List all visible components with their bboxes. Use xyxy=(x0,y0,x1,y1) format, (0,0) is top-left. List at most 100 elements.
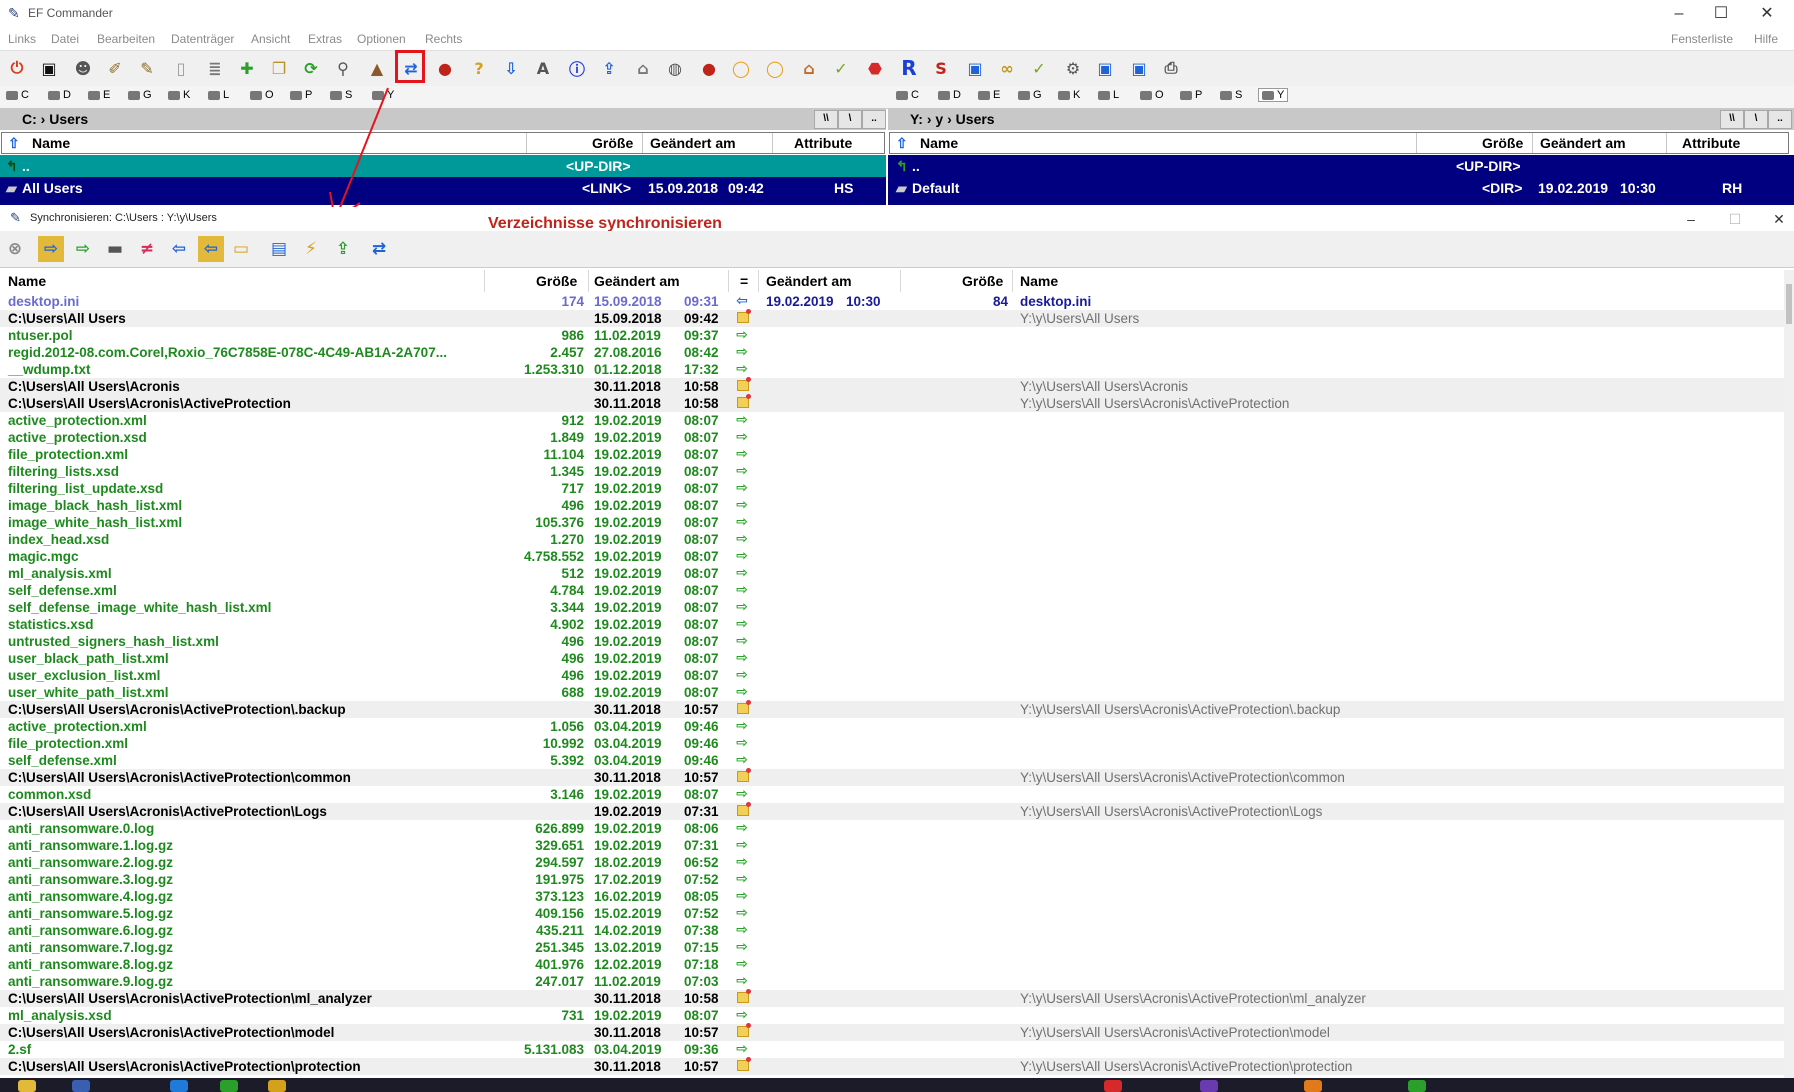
cherry-icon[interactable]: ● xyxy=(696,55,722,81)
copy-right-arrow-icon[interactable]: ⇨ xyxy=(734,327,750,344)
tool-icon[interactable]: ✓ xyxy=(828,55,854,81)
copy-right-arrow-icon[interactable]: ⇨ xyxy=(734,837,750,854)
drive-left-d[interactable]: D xyxy=(48,89,71,101)
sync-file-row[interactable]: self_defense.xml 5.392 03.04.2019 09:46 ⇨ xyxy=(0,752,1784,769)
sync-file-row[interactable]: image_white_hash_list.xml 105.376 19.02.20… xyxy=(0,514,1784,531)
sync-dir-row[interactable]: C:\Users\All Users\Acronis\ActiveProtect… xyxy=(0,394,1784,412)
sync-close-button[interactable]: ✕ xyxy=(1756,207,1794,231)
left-row-updir[interactable]: ↰ .. <UP-DIR> xyxy=(0,155,886,177)
info-icon[interactable]: ⓘ xyxy=(564,55,590,81)
folder-sync-icon[interactable] xyxy=(737,377,751,391)
left-window-icon[interactable]: ▣ xyxy=(1092,55,1118,81)
taskbar-app-icon[interactable] xyxy=(72,1080,90,1092)
left-root-button[interactable]: \\ xyxy=(814,110,838,129)
sync-col-r-size[interactable]: Größe xyxy=(962,273,1003,289)
copy-right-arrow-icon[interactable]: ⇨ xyxy=(734,361,750,378)
left-col-name[interactable]: Name xyxy=(32,135,70,151)
copy-right-arrow-icon[interactable]: ⇨ xyxy=(734,1007,750,1024)
drive-left-g[interactable]: G xyxy=(128,89,152,101)
copy-right-arrow-icon[interactable]: ⇨ xyxy=(734,599,750,616)
copy-right-arrow-icon[interactable]: ⇨ xyxy=(734,446,750,463)
drive-right-o[interactable]: O xyxy=(1140,89,1164,101)
copy-right-arrow-icon[interactable]: ⇨ xyxy=(734,718,750,735)
sync-file-row[interactable]: anti_ransomware.1.log.gz 329.651 19.02.201… xyxy=(0,837,1784,854)
refresh-icon[interactable]: ⟳ xyxy=(298,55,324,81)
copy-right-arrow-icon[interactable]: ⇨ xyxy=(734,939,750,956)
left-col-size[interactable]: Größe xyxy=(592,135,633,151)
drive-right-k[interactable]: K xyxy=(1058,89,1080,101)
zoom-in-icon[interactable]: ◯ xyxy=(728,55,754,81)
sync-file-row[interactable]: __wdump.txt 1.253.310 01.12.2018 17:32 ⇨ xyxy=(0,361,1784,378)
right-backslash-button[interactable]: \ xyxy=(1744,110,1768,129)
sync-file-row[interactable]: index_head.xsd 1.270 19.02.2019 08:07 ⇨ xyxy=(0,531,1784,548)
sync-file-row[interactable]: image_black_hash_list.xml 496 19.02.2019 08… xyxy=(0,497,1784,514)
copy-right-arrow-icon[interactable]: ⇨ xyxy=(734,616,750,633)
sync-dir-row[interactable]: C:\Users\All Users\Acronis\ActiveProtect… xyxy=(0,1057,1784,1075)
folder-sync-icon[interactable] xyxy=(737,700,751,714)
drive-right-e[interactable]: E xyxy=(978,89,1000,101)
drive-right-d[interactable]: D xyxy=(938,89,961,101)
copy-right-arrow-icon[interactable]: ⇨ xyxy=(734,1041,750,1058)
drive-right-g[interactable]: G xyxy=(1018,89,1042,101)
sync-minimize-button[interactable]: – xyxy=(1668,207,1714,231)
up-dir-icon[interactable]: ▲ xyxy=(364,55,390,81)
copy-right-arrow-icon[interactable]: ⇨ xyxy=(734,429,750,446)
sync-file-row[interactable]: anti_ransomware.0.log 626.899 19.02.2019 08… xyxy=(0,820,1784,837)
copy-left-icon[interactable]: ⇦ xyxy=(166,236,192,262)
sync-file-row[interactable]: file_protection.xml 10.992 03.04.2019 09:46… xyxy=(0,735,1784,752)
copy-left-folder-icon[interactable]: ⇦ xyxy=(198,236,224,262)
rename-icon[interactable]: ✐ xyxy=(102,55,128,81)
left-backslash-button[interactable]: \ xyxy=(838,110,862,129)
copy-right-arrow-icon[interactable]: ⇨ xyxy=(734,412,750,429)
right-col-attr[interactable]: Attribute xyxy=(1682,135,1740,151)
properties-icon[interactable]: ≣ xyxy=(202,55,228,81)
sync-file-row[interactable]: statistics.xsd 4.902 19.02.2019 08:07 ⇨ xyxy=(0,616,1784,633)
sync-col-size[interactable]: Größe xyxy=(536,273,577,289)
right-row-default[interactable]: ▰ Default <DIR> 19.02.2019 10:30 RH xyxy=(888,177,1788,199)
copy-right-arrow-icon[interactable]: ⇨ xyxy=(734,888,750,905)
copy-right-arrow-icon[interactable]: ⇨ xyxy=(734,463,750,480)
cancel-icon[interactable]: ⊗ xyxy=(2,236,28,262)
taskbar-chrome-icon[interactable] xyxy=(220,1080,238,1092)
copy-right-folder-icon[interactable]: ⇨ xyxy=(38,236,64,262)
menu-ansicht[interactable]: Ansicht xyxy=(251,32,290,46)
sync-file-row[interactable]: user_black_path_list.xml 496 19.02.2019 08:… xyxy=(0,650,1784,667)
print-preview-icon[interactable]: ⎙ xyxy=(1158,55,1184,81)
user-icon[interactable]: ☻ xyxy=(70,55,96,81)
sync-file-row[interactable]: desktop.ini 174 15.09.2018 09:31 ⇦ 19.02.2019… xyxy=(0,293,1784,310)
copy-right-arrow-icon[interactable]: ⇨ xyxy=(734,480,750,497)
download-icon[interactable]: ⇩ xyxy=(498,55,524,81)
drive-left-e[interactable]: E xyxy=(88,89,110,101)
menu-optionen[interactable]: Optionen xyxy=(357,32,406,46)
drive-right-s[interactable]: S xyxy=(1220,89,1242,101)
compare-icon[interactable]: ● xyxy=(432,55,458,81)
help-icon[interactable]: ? xyxy=(466,55,492,81)
sync-file-row[interactable]: anti_ransomware.4.log.gz 373.123 16.02.201… xyxy=(0,888,1784,905)
copy-right-icon[interactable]: ⇨ xyxy=(70,236,96,262)
copy-right-arrow-icon[interactable]: ⇨ xyxy=(734,905,750,922)
sync-file-row[interactable]: anti_ransomware.9.log.gz 247.017 11.02.201… xyxy=(0,973,1784,990)
sync-col-equal[interactable]: = xyxy=(740,273,748,289)
folder-sync-icon[interactable] xyxy=(737,802,751,816)
copy-right-arrow-icon[interactable]: ⇨ xyxy=(734,633,750,650)
left-row-all-users[interactable]: ▰ All Users <LINK> 15.09.2018 09:42 HS xyxy=(0,177,886,199)
taskbar-app-icon[interactable] xyxy=(1408,1080,1426,1092)
sync-file-row[interactable]: ml_analysis.xml 512 19.02.2019 08:07 ⇨ xyxy=(0,565,1784,582)
sync-file-row[interactable]: untrusted_signers_hash_list.xml 496 19.02.… xyxy=(0,633,1784,650)
sync-dir-row[interactable]: C:\Users\All Users\Acronis\ActiveProtect… xyxy=(0,768,1784,786)
sync-file-row[interactable]: magic.mgc 4.758.552 19.02.2019 08:07 ⇨ xyxy=(0,548,1784,565)
right-parent-button[interactable]: .. xyxy=(1768,110,1792,129)
close-button[interactable]: ✕ xyxy=(1744,0,1790,28)
open-folder-icon[interactable]: ▭ xyxy=(228,236,254,262)
folder-sync-icon[interactable] xyxy=(737,768,751,782)
sync-file-row[interactable]: anti_ransomware.8.log.gz 401.976 12.02.201… xyxy=(0,956,1784,973)
right-window-icon[interactable]: ▣ xyxy=(1126,55,1152,81)
folder-sync-icon[interactable] xyxy=(737,1023,751,1037)
sync-file-row[interactable]: anti_ransomware.6.log.gz 435.211 14.02.201… xyxy=(0,922,1784,939)
folder-sync-icon[interactable] xyxy=(737,989,751,1003)
sync-dir-row[interactable]: C:\Users\All Users\Acronis\ActiveProtect… xyxy=(0,989,1784,1007)
settings-icon[interactable]: ⚙ xyxy=(1060,55,1086,81)
drive-left-l[interactable]: L xyxy=(208,89,229,101)
house-icon[interactable]: ⌂ xyxy=(796,55,822,81)
copy-right-arrow-icon[interactable]: ⇨ xyxy=(734,973,750,990)
